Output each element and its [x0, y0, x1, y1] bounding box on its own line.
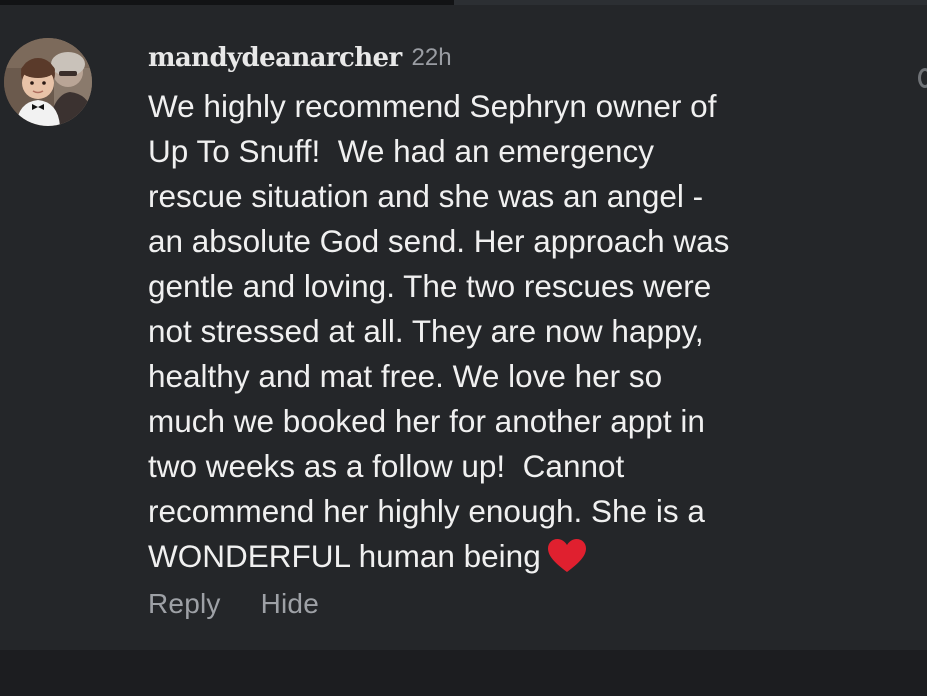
comment-line: recommend her highly enough. She is a — [148, 493, 705, 529]
hide-button[interactable]: Hide — [261, 588, 319, 620]
avatar[interactable] — [4, 38, 92, 126]
comment-line: not stressed at all. They are now happy, — [148, 313, 704, 349]
comment-line: rescue situation and she was an angel - — [148, 178, 704, 214]
comment: mandydeanarcher 22h We highly recommend … — [148, 38, 848, 579]
comment-line: We highly recommend Sephryn owner of — [148, 88, 717, 124]
user-avatar-photo-icon — [4, 38, 92, 126]
comment-line: healthy and mat free. We love her so — [148, 358, 663, 394]
red-heart-icon — [547, 539, 586, 572]
comment-text: We highly recommend Sephryn owner of Up … — [148, 84, 838, 579]
more-options-icon[interactable] — [918, 68, 927, 88]
comment-line: WONDERFUL human being — [148, 538, 541, 574]
comment-line: gentle and loving. The two rescues were — [148, 268, 712, 304]
reply-button[interactable]: Reply — [148, 588, 221, 620]
comment-header: mandydeanarcher 22h — [148, 38, 848, 78]
comment-actions: Reply Hide — [148, 584, 319, 624]
comment-line: much we booked her for another appt in — [148, 403, 705, 439]
comment-line: an absolute God send. Her approach was — [148, 223, 730, 259]
comment-line: Up To Snuff! We had an emergency — [148, 133, 655, 169]
username-link[interactable]: mandydeanarcher — [148, 43, 402, 73]
timestamp: 22h — [411, 44, 452, 71]
bottom-strip — [0, 650, 927, 696]
comment-last-line: WONDERFUL human being — [148, 534, 838, 579]
comment-line: two weeks as a follow up! Cannot — [148, 448, 625, 484]
